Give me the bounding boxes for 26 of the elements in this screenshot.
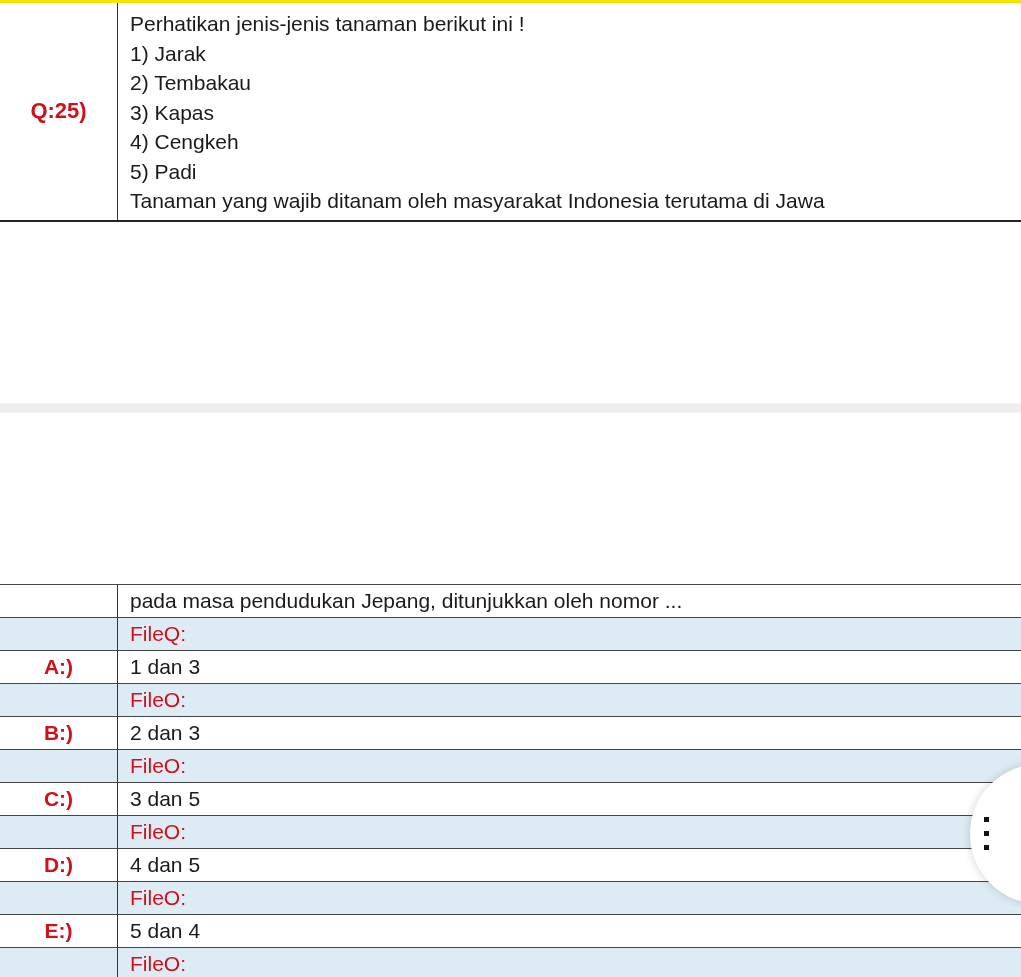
file-label: FileO:	[130, 885, 186, 910]
file-label: FileO:	[130, 951, 186, 976]
option-text: 2 dan 3	[130, 720, 201, 745]
option-label: C:)	[43, 786, 74, 811]
option-label: D:)	[43, 852, 74, 877]
file-label: FileO:	[130, 753, 186, 778]
option-label: A:)	[43, 654, 74, 679]
option-label: E:)	[44, 918, 73, 943]
question-text: 2) Tembakau	[130, 70, 253, 96]
file-label: FileQ:	[130, 621, 186, 646]
option-text: 4 dan 5	[130, 852, 201, 877]
option-text: 3 dan 5	[130, 786, 201, 811]
option-text: 5 dan 4	[130, 918, 201, 943]
option-text: 1 dan 3	[130, 654, 201, 679]
question-text: Tanaman yang wajib ditanam oleh masyarakat Indonesia terutama di Jawa	[130, 188, 825, 214]
question-text: pada masa pendudukan Jepang, ditunjukkan oleh nomor ...	[130, 588, 683, 613]
question-number: Q:25)	[30, 98, 87, 125]
question-text: 3) Kapas	[130, 99, 216, 126]
option-label: B:)	[43, 720, 74, 745]
question-text: 4) Cengkeh	[130, 129, 240, 155]
question-text: Perhatikan jenis-jenis tanaman berikut ini !	[130, 11, 526, 37]
file-label: FileO:	[130, 819, 186, 844]
question-text: 1) Jarak	[130, 40, 207, 67]
file-label: FileO:	[130, 687, 186, 712]
more-icon	[984, 817, 990, 851]
question-text: 5) Padi	[130, 158, 198, 185]
